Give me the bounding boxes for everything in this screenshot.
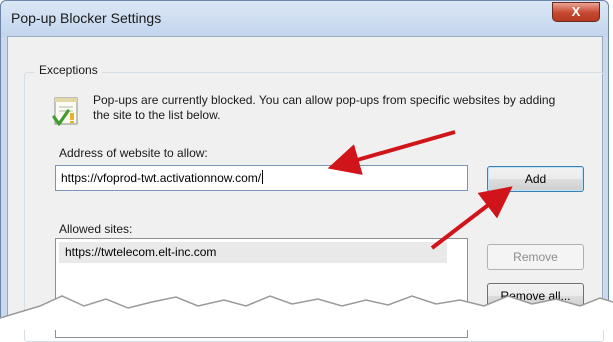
popup-blocked-checkmark-icon — [52, 97, 78, 126]
window-title: Pop-up Blocker Settings — [11, 10, 162, 26]
remove-button[interactable]: Remove — [487, 244, 584, 270]
close-icon: X — [571, 4, 581, 19]
add-button[interactable]: Add — [487, 166, 584, 192]
exceptions-info-text: Pop-ups are currently blocked. You can a… — [93, 93, 556, 122]
address-input[interactable]: https://vfoprod-twt.activationnow.com/ — [55, 165, 468, 191]
close-button[interactable]: X — [552, 2, 600, 22]
list-item[interactable]: https://twtelecom.elt-inc.com — [59, 242, 447, 263]
address-label: Address of website to allow: — [59, 146, 208, 160]
title-bar[interactable]: Pop-up Blocker Settings X — [1, 1, 608, 37]
address-input-value: https://vfoprod-twt.activationnow.com/ — [61, 171, 262, 185]
remove-all-button[interactable]: Remove all... — [487, 283, 584, 309]
allowed-sites-label: Allowed sites: — [59, 222, 133, 236]
allowed-sites-list[interactable]: https://twtelecom.elt-inc.com — [55, 238, 468, 338]
text-caret — [262, 170, 264, 184]
exceptions-group-label: Exceptions — [35, 63, 102, 77]
